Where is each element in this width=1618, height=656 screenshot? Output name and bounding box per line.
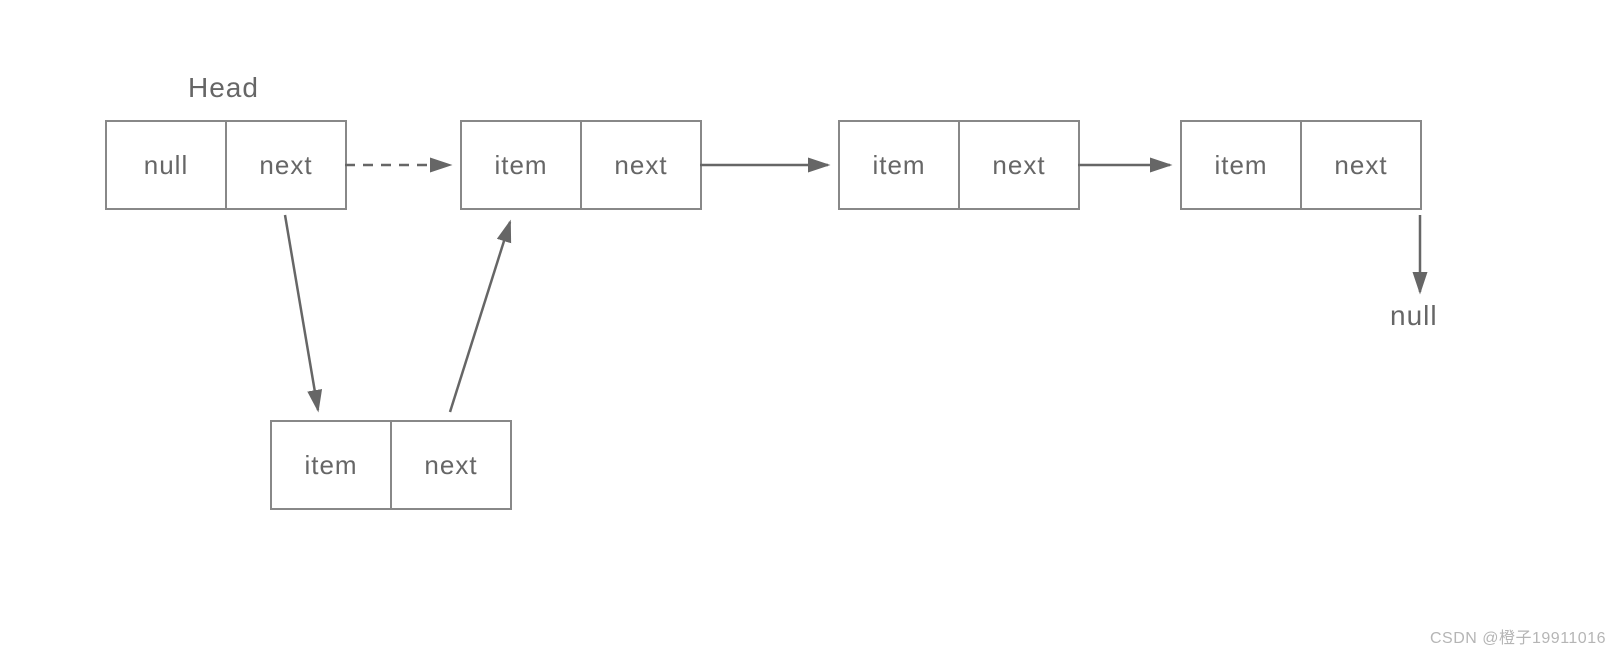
- arrow-head-to-insert: [285, 215, 318, 410]
- node-3-data: item: [1182, 122, 1300, 208]
- head-node: null next: [105, 120, 347, 210]
- node-2: item next: [838, 120, 1080, 210]
- head-label: Head: [188, 72, 259, 104]
- node-2-next: next: [958, 122, 1078, 208]
- node-3-next: next: [1300, 122, 1420, 208]
- node-1-data: item: [462, 122, 580, 208]
- node-1: item next: [460, 120, 702, 210]
- arrow-insert-to-n1: [450, 222, 510, 412]
- insert-node-data: item: [272, 422, 390, 508]
- head-node-data: null: [107, 122, 225, 208]
- node-2-data: item: [840, 122, 958, 208]
- null-tail-label: null: [1390, 300, 1438, 332]
- node-3: item next: [1180, 120, 1422, 210]
- head-node-next: next: [225, 122, 345, 208]
- insert-node: item next: [270, 420, 512, 510]
- node-1-next: next: [580, 122, 700, 208]
- insert-node-next: next: [390, 422, 510, 508]
- watermark: CSDN @橙子19911016: [1430, 624, 1606, 648]
